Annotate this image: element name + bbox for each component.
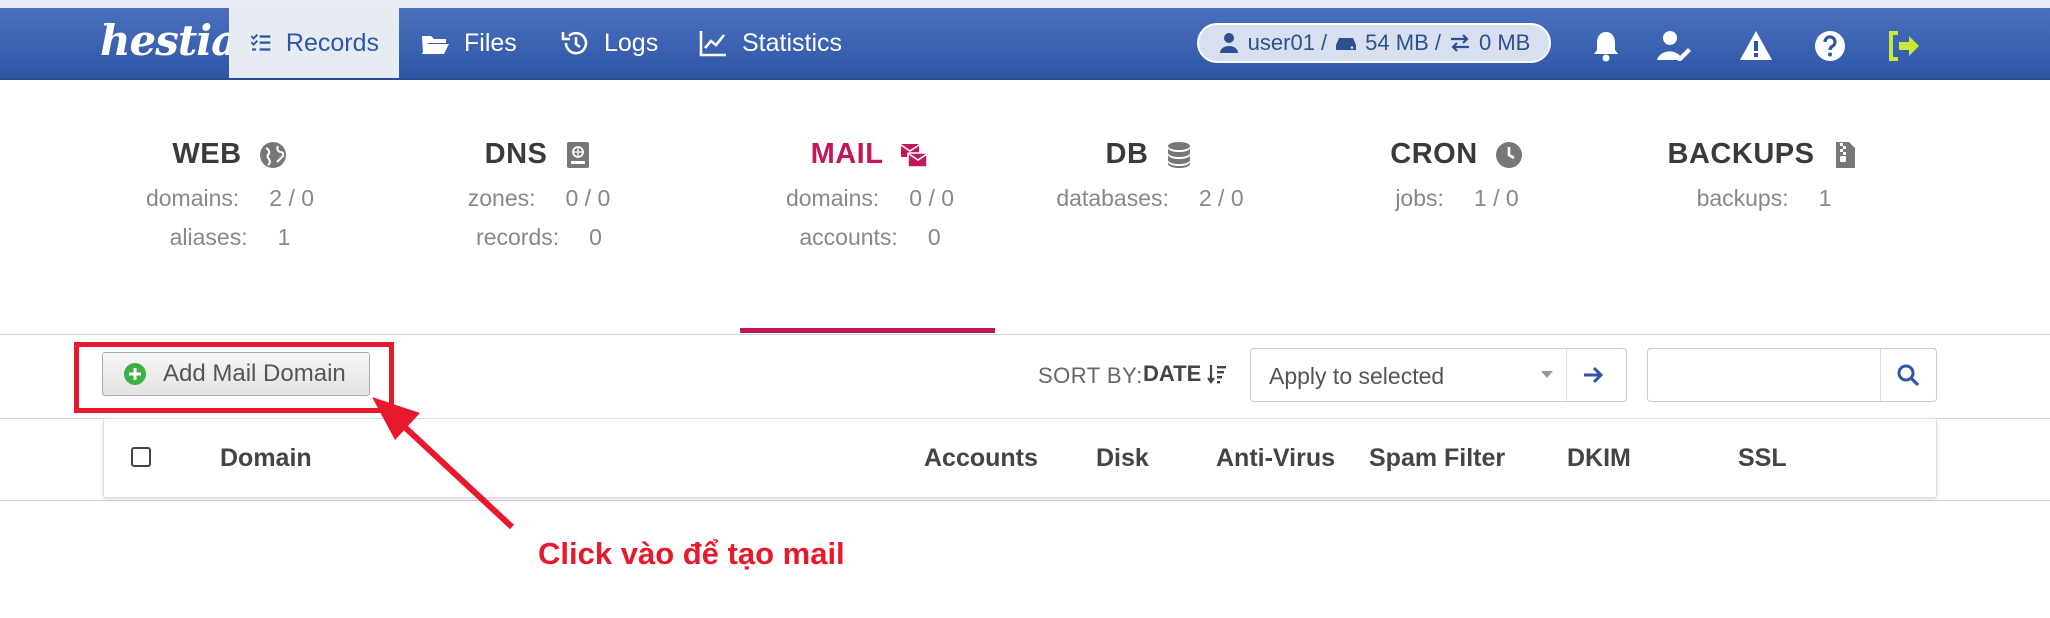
- column-ssl[interactable]: SSL: [1738, 444, 1787, 473]
- sort-value: DATE: [1143, 361, 1202, 386]
- user-edit-icon[interactable]: [1656, 28, 1692, 64]
- divider: [1566, 349, 1567, 401]
- sort-amount-down-icon: [1207, 365, 1227, 384]
- nav-files-label: Files: [464, 28, 517, 57]
- globe-icon: [259, 141, 286, 168]
- column-disk[interactable]: Disk: [1096, 444, 1149, 473]
- search-box[interactable]: [1647, 348, 1937, 402]
- nav-files[interactable]: Files: [420, 8, 517, 78]
- clock-icon: [1495, 141, 1522, 168]
- list-check-icon: [250, 33, 271, 51]
- top-navbar: hestia Records Files Logs Statistics use…: [0, 0, 2050, 80]
- stat-cron-title: CRON: [1390, 138, 1478, 170]
- table-header: Domain Accounts Disk Anti-Virus Spam Fil…: [103, 418, 1937, 498]
- chart-line-icon: [699, 31, 726, 57]
- stat-web[interactable]: WEB domains: 2 / 0 aliases: 1: [100, 138, 360, 251]
- column-anti-virus[interactable]: Anti-Virus: [1216, 444, 1335, 473]
- mail-bulk-icon: [900, 143, 929, 168]
- column-domain[interactable]: Domain: [220, 444, 312, 473]
- divider: [0, 334, 2050, 335]
- select-all-checkbox[interactable]: [131, 447, 151, 467]
- active-tab-underline: [740, 328, 995, 333]
- stat-cron-jobs: jobs: 1 / 0: [1395, 185, 1519, 211]
- chevron-down-icon: [1541, 371, 1553, 378]
- usage-user: user01 /: [1247, 30, 1328, 55]
- logout-icon[interactable]: [1886, 28, 1922, 64]
- stat-mail[interactable]: MAIL domains: 0 / 0 accounts: 0: [740, 138, 1000, 251]
- stat-dns-title: DNS: [484, 138, 548, 170]
- stat-backups-title: BACKUPS: [1667, 138, 1815, 170]
- stat-mail-title: MAIL: [810, 138, 884, 170]
- nav-records[interactable]: Records: [229, 8, 399, 78]
- usage-bandwidth: 0 MB: [1478, 30, 1531, 55]
- stat-web-aliases: aliases: 1: [169, 224, 291, 250]
- stat-web-domains: domains: 2 / 0: [145, 185, 315, 211]
- bulk-action-select[interactable]: Apply to selected: [1250, 348, 1627, 402]
- file-archive-icon: [1836, 141, 1856, 168]
- stat-mail-accounts: accounts: 0: [799, 224, 941, 250]
- stat-db[interactable]: DB databases: 2 / 0: [1020, 138, 1280, 212]
- nav-records-label: Records: [285, 28, 379, 57]
- nav-logs[interactable]: Logs: [560, 8, 658, 78]
- stat-dns[interactable]: DNS zones: 0 / 0 records: 0: [409, 138, 669, 251]
- hard-drive-icon: [1336, 38, 1357, 50]
- search-input[interactable]: [1656, 355, 1876, 395]
- history-icon: [561, 31, 588, 55]
- exchange-icon: [1450, 34, 1469, 52]
- warning-icon[interactable]: [1738, 28, 1774, 64]
- stat-mail-domains: domains: 0 / 0: [785, 185, 955, 211]
- sort-by-label: SORT BY:: [1038, 363, 1143, 388]
- stat-dns-zones: zones: 0 / 0: [467, 185, 611, 211]
- help-icon[interactable]: [1812, 28, 1848, 64]
- usage-indicator[interactable]: user01 / 54 MB / 0 MB: [1197, 23, 1551, 63]
- folder-open-icon: [422, 36, 449, 54]
- annotation-arrow: [372, 397, 515, 530]
- divider: [0, 500, 2050, 501]
- stat-backups-count: backups: 1: [1696, 185, 1832, 211]
- stat-web-title: WEB: [172, 138, 242, 170]
- stat-dns-records: records: 0: [476, 224, 602, 250]
- address-book-icon: [567, 141, 590, 168]
- arrow-right-icon[interactable]: [1579, 361, 1607, 389]
- column-spam-filter[interactable]: Spam Filter: [1369, 444, 1505, 473]
- annotation-text: Click vào để tạo mail: [538, 536, 845, 571]
- divider: [1880, 349, 1881, 401]
- stat-db-databases: databases: 2 / 0: [1056, 185, 1244, 211]
- search-icon[interactable]: [1896, 363, 1920, 387]
- sort-by-toggle[interactable]: DATE: [1143, 361, 1227, 387]
- annotation-highlight-box: [74, 342, 394, 413]
- column-dkim[interactable]: DKIM: [1567, 444, 1631, 473]
- column-accounts[interactable]: Accounts: [924, 444, 1038, 473]
- nav-statistics[interactable]: Statistics: [698, 8, 842, 78]
- nav-statistics-label: Statistics: [742, 28, 843, 57]
- stat-db-title: DB: [1105, 138, 1149, 170]
- bell-icon[interactable]: [1588, 28, 1624, 64]
- stat-cron[interactable]: CRON jobs: 1 / 0: [1327, 138, 1587, 212]
- nav-logs-label: Logs: [604, 28, 659, 57]
- database-icon: [1168, 141, 1191, 168]
- stat-backups[interactable]: BACKUPS backups: 1: [1634, 138, 1894, 212]
- user-icon: [1219, 33, 1238, 53]
- bulk-action-selected: Apply to selected: [1269, 363, 1445, 389]
- usage-disk: 54 MB /: [1365, 30, 1441, 55]
- hestia-logo[interactable]: hestia: [100, 16, 238, 65]
